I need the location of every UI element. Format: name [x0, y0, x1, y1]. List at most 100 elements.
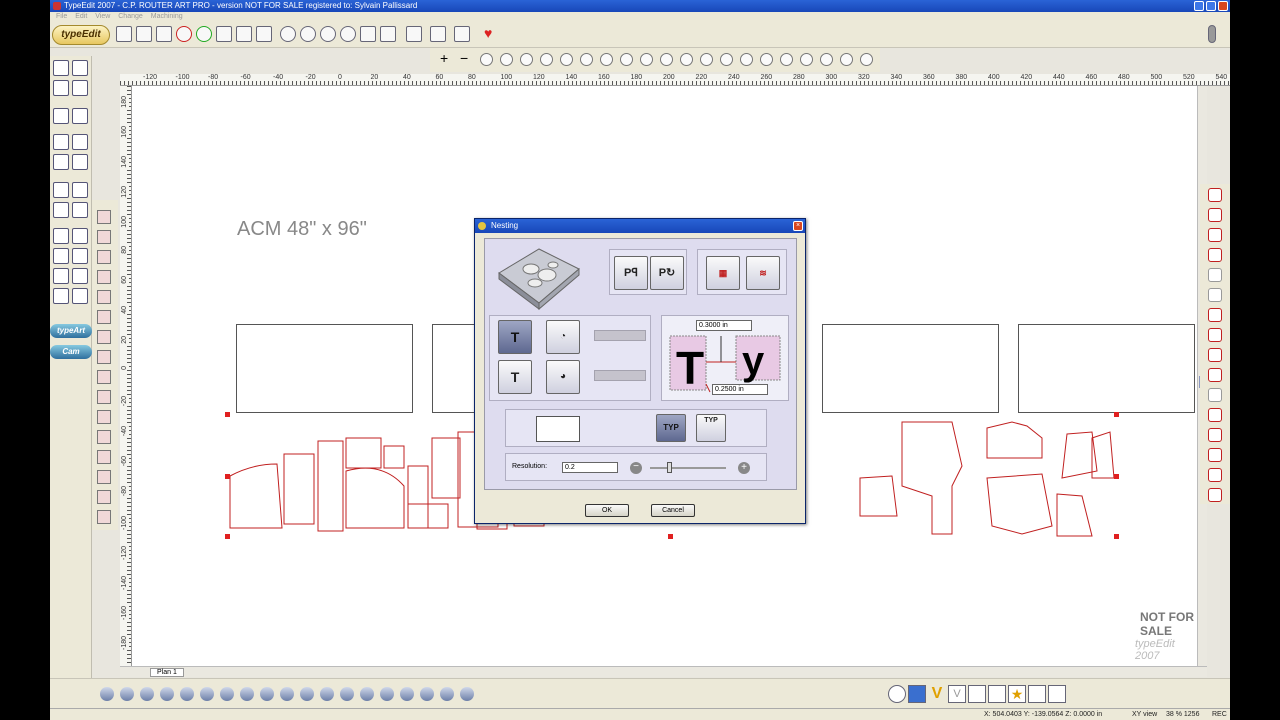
rotation-multi-button[interactable]: ◕ [546, 360, 580, 394]
3d-shape-icon[interactable] [180, 687, 194, 701]
zoom-extents-icon[interactable] [340, 26, 356, 42]
brush-icon[interactable] [72, 202, 88, 218]
node-tool-icon[interactable] [500, 53, 513, 66]
3d-shape-icon[interactable] [200, 687, 214, 701]
node-tool-icon[interactable] [660, 53, 673, 66]
horizontal-scrollbar[interactable]: Plan 1 [120, 666, 1207, 677]
user-icon[interactable] [53, 288, 69, 304]
node-tool-icon[interactable] [600, 53, 613, 66]
cam-tool-icon[interactable] [1208, 288, 1222, 302]
redo-icon[interactable] [196, 26, 212, 42]
mirror-parts-button[interactable]: Pꟼ [614, 256, 648, 290]
table-icon[interactable] [988, 685, 1006, 703]
open-file-icon[interactable] [136, 26, 152, 42]
layers-icon[interactable] [72, 134, 88, 150]
minimize-button[interactable] [1194, 1, 1204, 11]
cam-tool-icon[interactable] [1208, 348, 1222, 362]
3d-shape-icon[interactable] [240, 687, 254, 701]
align-icon[interactable] [97, 430, 111, 444]
v-outline-icon[interactable]: V [948, 685, 966, 703]
cam-tool-icon[interactable] [1208, 268, 1222, 282]
cam-tool-icon[interactable] [1208, 188, 1222, 202]
transform-icon[interactable] [72, 248, 88, 264]
align-icon[interactable] [97, 450, 111, 464]
zoom-all-icon[interactable] [360, 26, 376, 42]
cam-tool-icon[interactable] [1208, 448, 1222, 462]
3d-shape-icon[interactable] [360, 687, 374, 701]
cam-tool-icon[interactable] [1208, 328, 1222, 342]
part-spacing-input[interactable]: 0.3000 in [696, 320, 752, 331]
node-tool-icon[interactable] [780, 53, 793, 66]
cam-tool-icon[interactable] [1208, 308, 1222, 322]
node-tool-icon[interactable] [520, 53, 533, 66]
3d-shape-icon[interactable] [160, 687, 174, 701]
rotation-steps-field[interactable] [594, 370, 646, 381]
decrease-button[interactable]: − [630, 462, 642, 474]
increase-button[interactable]: + [738, 462, 750, 474]
align-icon[interactable] [97, 330, 111, 344]
resolution-slider-thumb[interactable] [667, 462, 673, 473]
selection-handle[interactable] [225, 474, 230, 479]
undo-icon[interactable] [176, 26, 192, 42]
node-tool-icon[interactable] [540, 53, 553, 66]
align-icon[interactable] [97, 270, 111, 284]
print-icon[interactable] [454, 26, 470, 42]
3d-shape-icon[interactable] [420, 687, 434, 701]
align-icon[interactable] [97, 510, 111, 524]
horizontal-text-button[interactable]: TYP [656, 414, 686, 442]
node-tool-icon[interactable] [720, 53, 733, 66]
menu-machining[interactable]: Machining [151, 13, 183, 20]
typeedit-logo[interactable]: typeEdit [52, 25, 110, 45]
color-icon[interactable] [53, 182, 69, 198]
node-tool-icon[interactable] [800, 53, 813, 66]
align-icon[interactable] [97, 210, 111, 224]
document-icon[interactable] [1048, 685, 1066, 703]
p-icon[interactable] [908, 685, 926, 703]
dialog-close-button[interactable]: × [793, 221, 803, 231]
free-placement-button[interactable]: ≋ [746, 256, 780, 290]
sheet-orientation-preview[interactable] [536, 416, 580, 442]
align-icon[interactable] [97, 410, 111, 424]
cam-tool-icon[interactable] [1208, 208, 1222, 222]
resolution-input[interactable]: 0.2 [562, 462, 618, 473]
selection-handle[interactable] [1114, 412, 1119, 417]
align-icon[interactable] [97, 310, 111, 324]
3d-shape-icon[interactable] [380, 687, 394, 701]
typeart-button[interactable]: typeArt [50, 324, 92, 338]
export-icon[interactable] [430, 26, 446, 42]
3d-shape-icon[interactable] [220, 687, 234, 701]
drawing-tool-icon[interactable] [53, 108, 69, 124]
cam-tool-icon[interactable] [1208, 408, 1222, 422]
heart-icon[interactable]: ♥ [484, 26, 500, 42]
transform-icon[interactable] [53, 268, 69, 284]
toolbar-grip-icon[interactable] [1208, 25, 1216, 43]
node-tool-icon[interactable] [700, 53, 713, 66]
resolution-slider-track[interactable] [650, 462, 726, 473]
image-icon[interactable] [53, 154, 69, 170]
rotation-step-button[interactable]: ◔ [546, 320, 580, 354]
cam-tool-icon[interactable] [1208, 248, 1222, 262]
cam-tool-icon[interactable] [1208, 388, 1222, 402]
ok-button[interactable]: OK [585, 504, 629, 517]
node-tool-icon[interactable] [580, 53, 593, 66]
tools-icon[interactable] [216, 26, 232, 42]
new-file-icon[interactable] [116, 26, 132, 42]
transform-icon[interactable] [53, 248, 69, 264]
grid-icon[interactable] [968, 685, 986, 703]
rotation-none-button[interactable]: T [498, 360, 532, 394]
transform-icon[interactable] [72, 268, 88, 284]
close-button[interactable] [1218, 1, 1228, 11]
node-tool-icon[interactable] [640, 53, 653, 66]
3d-shape-icon[interactable] [340, 687, 354, 701]
menu-change[interactable]: Change [118, 13, 143, 20]
drawing-tool-icon[interactable] [72, 108, 88, 124]
selection-handle[interactable] [225, 412, 230, 417]
zoom-window-icon[interactable] [320, 26, 336, 42]
save-icon[interactable] [156, 26, 172, 42]
calculator-icon[interactable] [236, 26, 252, 42]
align-icon[interactable] [97, 350, 111, 364]
camera-icon[interactable] [53, 202, 69, 218]
3d-shape-icon[interactable] [140, 687, 154, 701]
rotate-parts-button[interactable]: P↻ [650, 256, 684, 290]
node-tool-icon[interactable] [620, 53, 633, 66]
